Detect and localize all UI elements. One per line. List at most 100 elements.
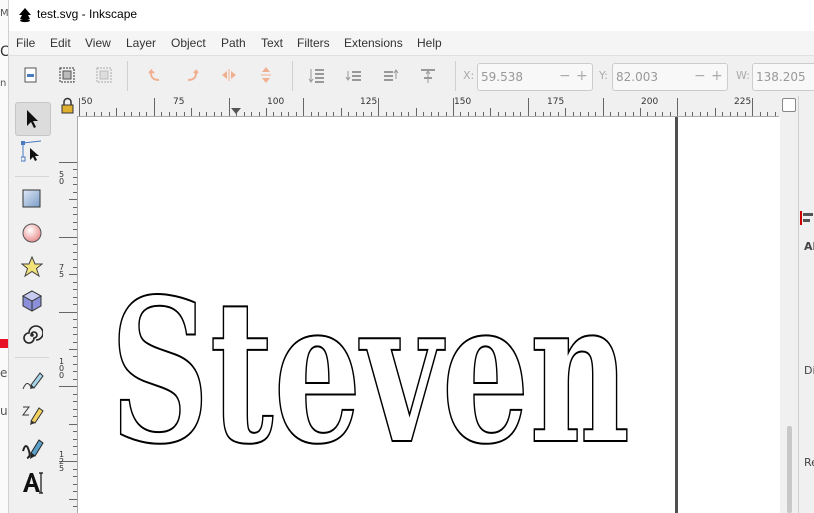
ruler-tick <box>101 112 103 116</box>
selector-tool[interactable] <box>15 102 51 136</box>
zoom-corner-button[interactable] <box>782 98 796 112</box>
ruler-label: 125 <box>360 97 378 107</box>
panel-label: Al <box>804 240 814 253</box>
raise-to-top-icon[interactable] <box>419 65 437 85</box>
ruler-tick <box>198 112 200 116</box>
ruler-tick <box>73 326 77 328</box>
ruler-tick <box>73 341 77 343</box>
ellipse-tool[interactable] <box>15 217 49 249</box>
ruler-tick <box>647 112 649 116</box>
ruler-corner[interactable] <box>57 96 77 116</box>
ruler-label: 75 <box>59 263 65 279</box>
star-tool[interactable] <box>15 251 49 283</box>
menu-bar: File Edit View Layer Object Path Text Fi… <box>8 31 814 55</box>
pen-icon <box>22 406 44 425</box>
ruler-tick <box>73 431 77 433</box>
ruler-tick <box>69 498 77 500</box>
select-all-in-all-layers-icon[interactable] <box>58 65 76 85</box>
scrollbar-thumb[interactable] <box>787 426 792 513</box>
calligraphy-tool[interactable] <box>15 432 49 464</box>
ruler-tick <box>59 311 77 313</box>
ruler-pointer-icon <box>231 108 241 114</box>
menu-text[interactable]: Text <box>261 36 283 50</box>
y-increment-button[interactable]: + <box>711 68 723 84</box>
x-label: X: <box>463 69 475 82</box>
w-field[interactable]: 138.205 <box>752 63 814 91</box>
ruler-tick <box>73 304 77 306</box>
y-label: Y: <box>599 69 608 82</box>
ruler-tick <box>527 98 529 116</box>
text-tool[interactable] <box>15 466 49 498</box>
ruler-tick <box>73 371 77 373</box>
separator <box>127 61 128 91</box>
ruler-tick <box>86 112 88 116</box>
horizontal-ruler[interactable]: 50 75 100 125 150 175 200 225 <box>77 96 779 117</box>
ruler-label: 125 <box>59 450 65 473</box>
docked-dialog-panel: Al Di Re <box>798 96 814 513</box>
rotate-ccw-icon[interactable] <box>146 65 164 85</box>
3d-box-tool[interactable] <box>15 285 49 317</box>
ruler-tick <box>542 112 544 116</box>
ruler-tick <box>774 112 776 116</box>
lock-guides-icon[interactable] <box>57 96 77 116</box>
lower-to-bottom-icon[interactable] <box>308 65 326 85</box>
ruler-tick <box>73 363 77 365</box>
ruler-tick <box>258 112 260 116</box>
rotate-cw-icon[interactable] <box>183 65 201 85</box>
page-border <box>675 117 678 513</box>
y-decrement-button[interactable]: − <box>694 68 706 84</box>
vertical-ruler[interactable]: 50 75 100 125 <box>57 116 78 513</box>
ruler-tick <box>168 112 170 116</box>
ruler-tick <box>73 334 77 336</box>
ruler-tick <box>73 319 77 321</box>
ruler-tick <box>669 112 671 116</box>
ruler-tick <box>73 259 77 261</box>
flip-vertical-icon[interactable] <box>257 65 275 85</box>
x-field[interactable]: 59.538 − + <box>477 63 593 91</box>
calligraphy-icon <box>22 439 44 459</box>
x-decrement-button[interactable]: − <box>559 68 571 84</box>
ruler-tick <box>73 251 77 253</box>
lower-icon[interactable] <box>345 65 363 85</box>
flip-horizontal-icon[interactable] <box>220 65 238 85</box>
title-bar[interactable]: test.svg - Inkscape <box>8 0 814 31</box>
menu-layer[interactable]: Layer <box>126 36 156 50</box>
ruler-tick <box>587 112 589 116</box>
menu-help[interactable]: Help <box>417 36 442 50</box>
ruler-tick <box>438 112 440 116</box>
pencil-tool[interactable] <box>15 364 49 396</box>
menu-filters[interactable]: Filters <box>297 36 330 50</box>
vertical-scrollbar[interactable] <box>780 96 798 513</box>
ruler-tick <box>557 112 559 116</box>
ruler-tick <box>79 98 80 116</box>
separator <box>455 61 456 91</box>
toolbox <box>8 96 54 513</box>
steven-text-outline[interactable]: Steven <box>108 277 668 457</box>
select-all-icon[interactable] <box>22 65 40 85</box>
menu-file[interactable]: File <box>16 36 35 50</box>
ruler-tick <box>445 112 447 116</box>
deselect-icon[interactable] <box>95 65 113 85</box>
ruler-tick <box>146 112 148 116</box>
ruler-tick <box>602 98 604 116</box>
drawing-canvas[interactable]: Steven <box>78 117 780 513</box>
y-field[interactable]: 82.003 − + <box>612 63 728 91</box>
ruler-tick <box>393 112 395 116</box>
menu-view[interactable]: View <box>85 36 111 50</box>
bg-fragment: n <box>0 78 7 89</box>
menu-object[interactable]: Object <box>171 36 206 50</box>
ruler-tick <box>73 453 77 455</box>
menu-extensions[interactable]: Extensions <box>344 36 403 50</box>
ruler-tick <box>73 416 77 418</box>
raise-icon[interactable] <box>382 65 400 85</box>
menu-edit[interactable]: Edit <box>50 36 71 50</box>
x-increment-button[interactable]: + <box>576 68 588 84</box>
rectangle-tool[interactable] <box>15 183 49 215</box>
pen-tool[interactable] <box>15 398 49 430</box>
spiral-tool[interactable] <box>15 319 49 351</box>
node-tool[interactable] <box>15 134 49 166</box>
ruler-tick <box>737 112 739 116</box>
align-icon[interactable] <box>800 210 814 226</box>
ruler-tick <box>73 229 77 231</box>
menu-path[interactable]: Path <box>221 36 246 50</box>
